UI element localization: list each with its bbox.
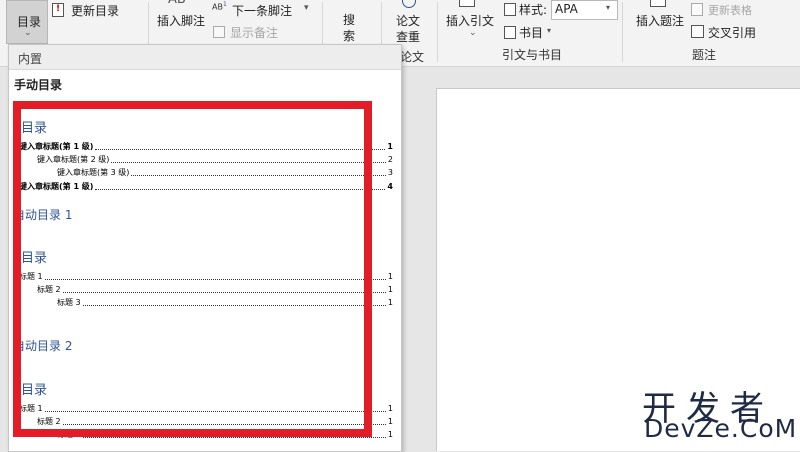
update-toc-label: 更新目录 [71,4,120,18]
cross-reference-icon [691,25,704,38]
update-table-icon [691,3,703,16]
insert-footnote-button[interactable]: 插入脚注 [157,12,205,29]
citation-icon [459,0,475,7]
chevron-down-icon: ⌄ [24,28,32,38]
style-icon [504,3,516,16]
thesis-group-label: 论文 [400,50,425,64]
insert-citation-label: 插入引文 [446,14,495,28]
chevron-down-icon: ⌄ [469,28,477,38]
search-button[interactable]: 搜 索 [330,0,370,44]
cross-reference-label: 交叉引用 [708,26,757,40]
highlight-annotation-box [13,101,372,437]
separator [622,2,623,62]
footnote-ab-icon: AB [168,0,186,7]
thesis-check-button[interactable]: 论文 查重 [388,0,430,44]
show-notes-icon [213,26,225,38]
thesis-label-1: 论文 [396,14,421,28]
next-footnote-button[interactable]: AB1 下一条脚注 ▾ [212,1,317,19]
insert-caption-button[interactable]: 插入题注 [632,0,688,42]
chevron-down-icon: ▾ [547,26,552,35]
style-select[interactable]: APA ▾ [551,0,618,20]
separator [437,2,438,62]
cross-reference-button[interactable]: 交叉引用 [690,23,790,41]
show-notes-label: 显示备注 [230,26,279,40]
show-notes-button[interactable]: 显示备注 [212,24,312,40]
thesis-label-2: 查重 [396,30,421,44]
style-label: 样式: [519,3,548,17]
citations-group-label: 引文与书目 [502,48,563,62]
bibliography-icon [504,26,516,39]
update-table-label: 更新表格 [708,4,752,17]
update-toc-button[interactable]: ! 更新目录 [52,1,142,19]
toc-button[interactable]: 目录 ⌄ [6,0,48,44]
style-value: APA [555,2,578,16]
gallery-section-header: 内置 [9,45,401,70]
bibliography-label: 书目 [519,26,544,40]
next-footnote-label: 下一条脚注 [232,4,293,18]
manual-toc-label: 手动目录 [14,78,63,92]
update-doc-icon: ! [52,3,64,17]
watermark-url: DevZe.CoM [644,414,798,443]
chevron-down-icon: ▾ [304,3,309,13]
captions-group-label: 题注 [692,48,717,62]
caption-icon [650,0,666,7]
magnifier-icon [402,0,416,8]
update-table-button[interactable]: 更新表格 [690,0,790,18]
search-label-1: 搜 [343,13,356,27]
insert-caption-label: 插入题注 [636,14,685,28]
insert-citation-button[interactable]: 插入引文 ⌄ [444,0,498,42]
section-header-label: 内置 [18,52,43,66]
chevron-down-icon: ▾ [606,3,611,12]
next-footnote-icon: AB1 [212,1,227,12]
search-label-2: 索 [343,29,356,43]
bibliography-button[interactable]: 书目 ▾ [503,23,563,41]
